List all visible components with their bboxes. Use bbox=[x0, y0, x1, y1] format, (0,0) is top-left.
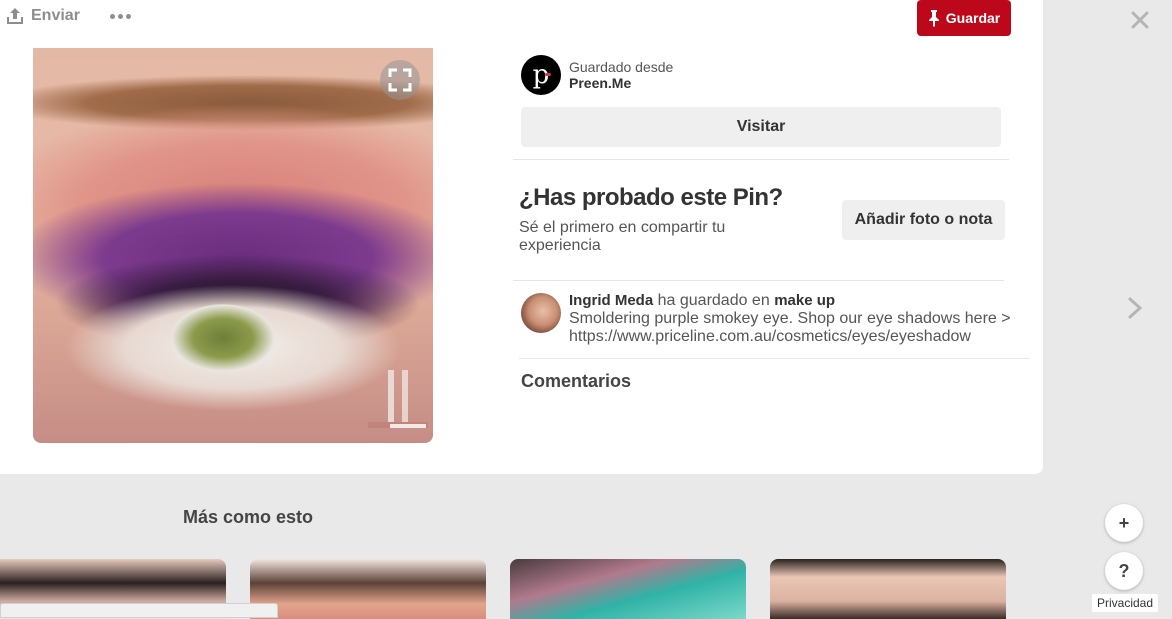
divider bbox=[519, 358, 1029, 359]
pushpin-icon bbox=[928, 10, 939, 27]
more-options-button[interactable] bbox=[109, 13, 131, 19]
tried-pin-subtitle: Sé el primero en compartir tu experienci… bbox=[519, 219, 726, 254]
fullscreen-button[interactable] bbox=[380, 60, 420, 100]
pin-toolbar: Enviar bbox=[5, 6, 131, 26]
ellipsis-dot bbox=[125, 13, 131, 19]
watermark-logo bbox=[368, 370, 428, 428]
ellipsis-icon bbox=[109, 13, 115, 19]
pin-source[interactable]: p Guardado desde Preen.Me bbox=[521, 55, 673, 95]
divider bbox=[513, 159, 1009, 160]
more-like-this-title: Más como esto bbox=[183, 507, 314, 527]
close-icon bbox=[1131, 11, 1149, 29]
activity-verb: ha guardado en bbox=[657, 292, 770, 309]
source-name[interactable]: Preen.Me bbox=[569, 75, 673, 91]
save-activity: Ingrid Meda ha guardado en make up Smold… bbox=[521, 292, 1043, 346]
save-label: Guardar bbox=[945, 10, 1001, 26]
save-button[interactable]: Guardar bbox=[917, 0, 1011, 36]
privacy-link[interactable]: Privacidad bbox=[1092, 594, 1158, 612]
close-button[interactable] bbox=[1129, 9, 1151, 36]
activity-user[interactable]: Ingrid Meda bbox=[569, 292, 653, 309]
pin-image[interactable] bbox=[33, 48, 433, 443]
add-photo-note-button[interactable]: Añadir foto o nota bbox=[842, 200, 1005, 240]
activity-board[interactable]: make up bbox=[774, 292, 835, 309]
source-label: Guardado desde bbox=[569, 59, 674, 75]
related-pin-thumbnail[interactable] bbox=[770, 559, 1006, 619]
divider bbox=[513, 280, 1004, 281]
visit-button[interactable]: Visitar bbox=[521, 107, 1001, 147]
next-pin-button[interactable] bbox=[1126, 296, 1144, 325]
send-button[interactable]: Enviar bbox=[5, 6, 80, 26]
ellipsis-dot bbox=[117, 13, 123, 19]
user-avatar[interactable] bbox=[521, 293, 561, 333]
activity-description: Smoldering purple smokey eye. Shop our e… bbox=[569, 310, 1011, 345]
comments-title: Comentarios bbox=[521, 371, 632, 391]
lips-icon bbox=[545, 73, 551, 76]
add-button[interactable]: + bbox=[1105, 504, 1143, 542]
expand-icon bbox=[388, 68, 412, 92]
activity-text: Ingrid Meda ha guardado en make up Smold… bbox=[569, 292, 1043, 346]
related-pin-thumbnail[interactable] bbox=[250, 559, 486, 619]
tried-pin-title: ¿Has probado este Pin? bbox=[519, 184, 783, 211]
source-text: Guardado desde Preen.Me bbox=[569, 59, 673, 91]
pin-closeup-card: Enviar Guardar p Guardado desde Preen.Me… bbox=[0, 0, 1043, 474]
share-upload-icon bbox=[7, 8, 23, 24]
send-label: Enviar bbox=[31, 7, 80, 24]
source-avatar[interactable]: p bbox=[521, 55, 561, 95]
related-pin-thumbnail[interactable] bbox=[510, 559, 746, 619]
help-button[interactable]: ? bbox=[1105, 552, 1143, 590]
chevron-right-icon bbox=[1128, 297, 1143, 319]
